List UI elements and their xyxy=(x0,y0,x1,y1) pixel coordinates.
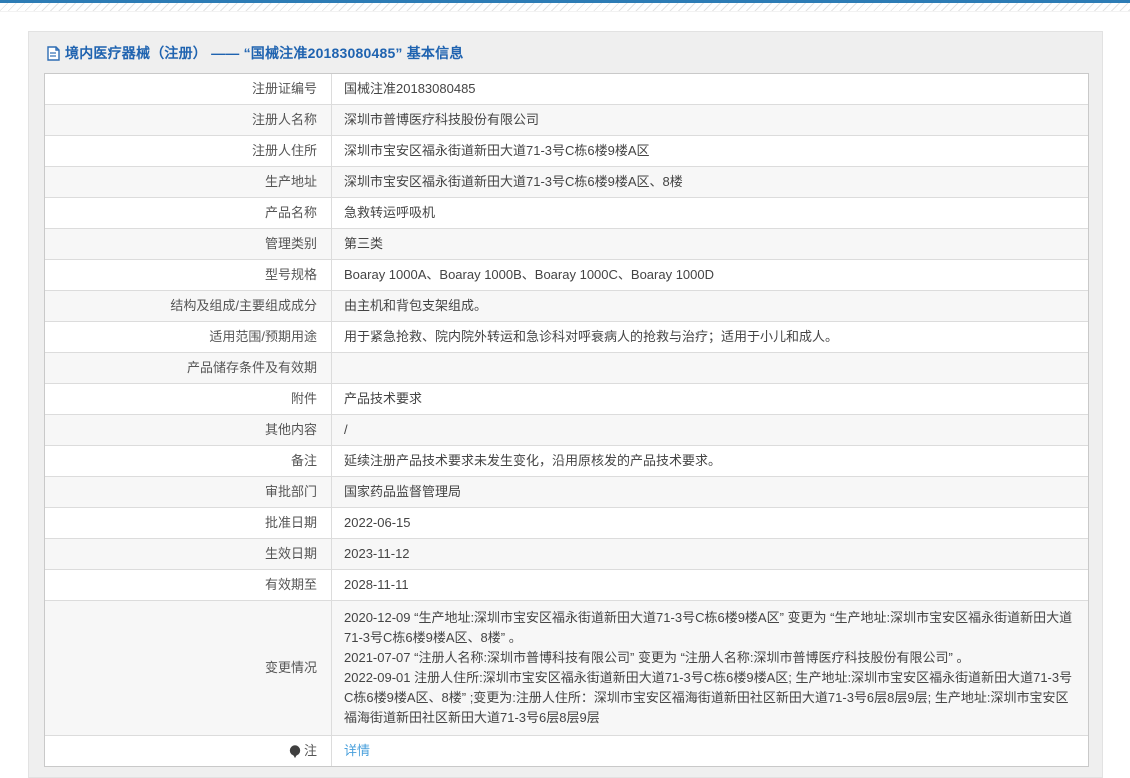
row-value: 延续注册产品技术要求未发生变化，沿用原核发的产品技术要求。 xyxy=(344,453,722,468)
row-value: 用于紧急抢救、院内院外转运和急诊科对呼衰病人的抢救与治疗；适用于小儿和成人。 xyxy=(344,329,839,344)
table-row-note: 注 详情 xyxy=(45,736,1088,766)
table-row: 其他内容 / xyxy=(45,415,1088,446)
details-link[interactable]: 详情 xyxy=(344,741,370,761)
row-value: 2028-11-11 xyxy=(344,577,409,592)
table-row: 批准日期 2022-06-15 xyxy=(45,508,1088,539)
table-row: 型号规格 Boaray 1000A、Boaray 1000B、Boaray 10… xyxy=(45,260,1088,291)
table-row: 生产地址 深圳市宝安区福永街道新田大道71-3号C栋6楼9楼A区、8楼 xyxy=(45,167,1088,198)
row-label: 备注 xyxy=(45,446,332,476)
row-value: 2020-12-09 “生产地址:深圳市宝安区福永街道新田大道71-3号C栋6楼… xyxy=(332,601,1088,735)
document-icon xyxy=(46,45,60,61)
note-label-text: 注 xyxy=(303,743,317,758)
row-label: 变更情况 xyxy=(45,601,332,735)
row-label: 注册证编号 xyxy=(45,74,332,104)
row-label: 审批部门 xyxy=(45,477,332,507)
change-history-entry: 2020-12-09 “生产地址:深圳市宝安区福永街道新田大道71-3号C栋6楼… xyxy=(344,610,1073,645)
row-label: 附件 xyxy=(45,384,332,414)
table-row: 适用范围/预期用途 用于紧急抢救、院内院外转运和急诊科对呼衰病人的抢救与治疗；适… xyxy=(45,322,1088,353)
row-value: 2023-11-12 xyxy=(344,546,410,561)
page-title-text: 境内医疗器械（注册） —— “国械注准20183080485” 基本信息 xyxy=(65,45,464,61)
registration-info-table: 注册证编号 国械注准20183080485 注册人名称 深圳市普博医疗科技股份有… xyxy=(44,73,1089,767)
row-value: 急救转运呼吸机 xyxy=(344,205,436,220)
row-label: 产品名称 xyxy=(45,198,332,228)
table-row: 有效期至 2028-11-11 xyxy=(45,570,1088,601)
row-label: 产品储存条件及有效期 xyxy=(45,353,332,383)
row-value: 第三类 xyxy=(344,236,384,251)
row-value: 详情 xyxy=(332,736,1088,766)
row-label: 生产地址 xyxy=(45,167,332,197)
row-value: 深圳市宝安区福永街道新田大道71-3号C栋6楼9楼A区、8楼 xyxy=(344,174,683,189)
row-value xyxy=(332,353,1088,383)
table-row: 产品名称 急救转运呼吸机 xyxy=(45,198,1088,229)
row-value: 产品技术要求 xyxy=(344,391,423,406)
table-row: 注册人名称 深圳市普博医疗科技股份有限公司 xyxy=(45,105,1088,136)
table-row: 结构及组成/主要组成成分 由主机和背包支架组成。 xyxy=(45,291,1088,322)
table-row: 附件 产品技术要求 xyxy=(45,384,1088,415)
row-value: 国家药品监督管理局 xyxy=(344,484,462,499)
table-row: 管理类别 第三类 xyxy=(45,229,1088,260)
row-label: 有效期至 xyxy=(45,570,332,600)
registration-info-panel: 境内医疗器械（注册） —— “国械注准20183080485” 基本信息 注册证… xyxy=(28,31,1103,778)
row-label: 生效日期 xyxy=(45,539,332,569)
top-stripe-decoration xyxy=(0,3,1130,12)
row-label: 结构及组成/主要组成成分 xyxy=(45,291,332,321)
row-label: 注册人名称 xyxy=(45,105,332,135)
row-value: / xyxy=(344,422,348,437)
row-label: 注 xyxy=(45,736,332,766)
change-history-entry: 2022-09-01 注册人住所:深圳市宝安区福永街道新田大道71-3号C栋6楼… xyxy=(344,670,1073,725)
row-value: Boaray 1000A、Boaray 1000B、Boaray 1000C、B… xyxy=(344,267,715,282)
row-value: 2022-06-15 xyxy=(344,515,411,530)
row-label: 批准日期 xyxy=(45,508,332,538)
table-row: 注册人住所 深圳市宝安区福永街道新田大道71-3号C栋6楼9楼A区 xyxy=(45,136,1088,167)
row-value: 深圳市宝安区福永街道新田大道71-3号C栋6楼9楼A区 xyxy=(344,143,650,158)
table-row: 生效日期 2023-11-12 xyxy=(45,539,1088,570)
row-label: 管理类别 xyxy=(45,229,332,259)
row-value: 深圳市普博医疗科技股份有限公司 xyxy=(344,112,540,127)
row-value: 由主机和背包支架组成。 xyxy=(344,298,488,313)
row-label: 型号规格 xyxy=(45,260,332,290)
row-label: 其他内容 xyxy=(45,415,332,445)
row-value: 国械注准20183080485 xyxy=(344,81,476,96)
table-row: 产品储存条件及有效期 xyxy=(45,353,1088,384)
row-label: 注册人住所 xyxy=(45,136,332,166)
row-label: 适用范围/预期用途 xyxy=(45,322,332,352)
table-row: 备注 延续注册产品技术要求未发生变化，沿用原核发的产品技术要求。 xyxy=(45,446,1088,477)
table-row-change-history: 变更情况 2020-12-09 “生产地址:深圳市宝安区福永街道新田大道71-3… xyxy=(45,601,1088,736)
table-row: 注册证编号 国械注准20183080485 xyxy=(45,74,1088,105)
table-row: 审批部门 国家药品监督管理局 xyxy=(45,477,1088,508)
change-history-entry: 2021-07-07 “注册人名称:深圳市普博科技有限公司” 变更为 “注册人名… xyxy=(344,650,970,665)
bulb-icon xyxy=(289,745,301,759)
page-title: 境内医疗器械（注册） —— “国械注准20183080485” 基本信息 xyxy=(44,41,1089,73)
